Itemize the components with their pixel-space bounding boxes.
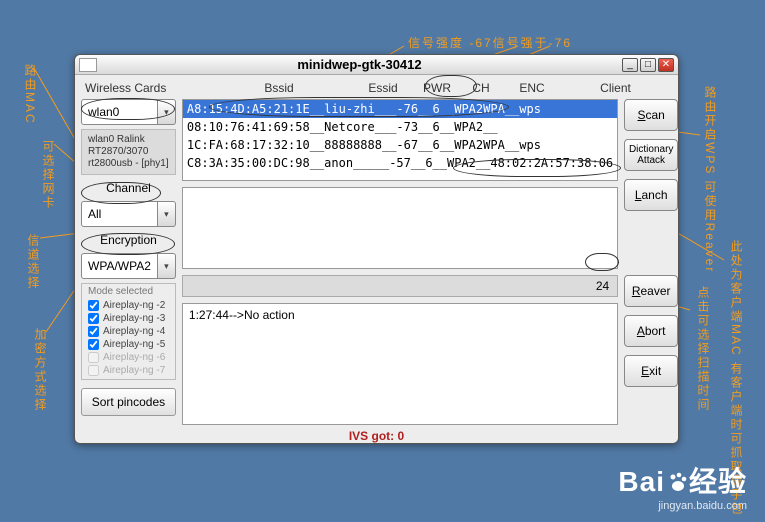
btn-text: anch bbox=[642, 188, 668, 202]
column-headers: Wireless Cards Bssid Essid PWR CH ENC Cl… bbox=[81, 81, 672, 99]
btn-text: eaver bbox=[640, 284, 670, 298]
btn-text: can bbox=[646, 108, 665, 122]
encryption-combo[interactable]: WPA/WPA2 bbox=[81, 253, 176, 279]
annotation-wps: 路由开启WPS 可使用Reaver bbox=[702, 86, 719, 273]
header-client: Client bbox=[563, 81, 668, 95]
status-bar: 24 bbox=[182, 275, 618, 297]
mode-label: Aireplay-ng -5 bbox=[103, 339, 165, 350]
mode-option: Aireplay-ng -6 bbox=[86, 351, 171, 364]
mode-option[interactable]: Aireplay-ng -3 bbox=[86, 312, 171, 325]
mode-label: Aireplay-ng -4 bbox=[103, 326, 165, 337]
titlebar[interactable]: minidwep-gtk-30412 _ □ ✕ bbox=[75, 55, 678, 75]
sort-pincodes-button[interactable]: Sort pincodes bbox=[81, 388, 176, 416]
encryption-field[interactable]: WPA/WPA2 bbox=[81, 253, 158, 279]
channel-label: Channel bbox=[81, 179, 176, 197]
mode-checkbox bbox=[88, 365, 99, 376]
minimize-button[interactable]: _ bbox=[622, 58, 638, 72]
log-line: 1:27:44-->No action bbox=[189, 308, 611, 322]
header-essid: Essid bbox=[353, 81, 413, 95]
footer-ivs: IVS got: 0 bbox=[81, 425, 672, 443]
scan-button[interactable]: Scan bbox=[624, 99, 678, 131]
mode-checkbox[interactable] bbox=[88, 326, 99, 337]
mode-label: Aireplay-ng -6 bbox=[103, 352, 165, 363]
reaver-button[interactable]: Reaver bbox=[624, 275, 678, 307]
iface-field[interactable]: wlan0 bbox=[81, 99, 158, 125]
network-row[interactable]: 08:10:76:41:69:58__Netcore___-73__6__WPA… bbox=[183, 118, 617, 136]
btn-text: bort bbox=[645, 324, 666, 338]
dictionary-attack-button[interactable]: Dictionary Attack bbox=[624, 139, 678, 171]
network-row[interactable]: 1C:FA:68:17:32:10__88888888__-67__6__WPA… bbox=[183, 136, 617, 154]
mode-title: Mode selected bbox=[86, 286, 171, 299]
mode-checkbox[interactable] bbox=[88, 300, 99, 311]
btn-text: xit bbox=[649, 364, 661, 378]
annotation-signal: 信号强度 -67信号强于-76 bbox=[408, 34, 572, 51]
mode-label: Aireplay-ng -3 bbox=[103, 313, 165, 324]
mode-box: Mode selected Aireplay-ng -2 Aireplay-ng … bbox=[81, 283, 176, 380]
chevron-down-icon[interactable] bbox=[158, 201, 176, 227]
iface-combo[interactable]: wlan0 bbox=[81, 99, 176, 125]
header-enc: ENC bbox=[501, 81, 563, 95]
window-icon bbox=[79, 58, 97, 72]
chevron-down-icon[interactable] bbox=[158, 99, 176, 125]
header-pwr: PWR bbox=[413, 81, 461, 95]
maximize-button[interactable]: □ bbox=[640, 58, 656, 72]
mode-checkbox[interactable] bbox=[88, 313, 99, 324]
launch-button[interactable]: Lanch bbox=[624, 179, 678, 211]
chevron-down-icon[interactable] bbox=[158, 253, 176, 279]
annotation-enc: 加密方式选择 bbox=[32, 328, 49, 412]
annotation-channel: 信道选择 bbox=[25, 234, 42, 290]
client-list[interactable] bbox=[182, 187, 618, 269]
mode-option[interactable]: Aireplay-ng -4 bbox=[86, 325, 171, 338]
mode-option[interactable]: Aireplay-ng -2 bbox=[86, 299, 171, 312]
window-title: minidwep-gtk-30412 bbox=[97, 57, 622, 72]
annotation-router-mac: 路由MAC bbox=[22, 64, 39, 125]
log-box: 1:27:44-->No action bbox=[182, 303, 618, 425]
exit-button[interactable]: Exit bbox=[624, 355, 678, 387]
mode-option: Aireplay-ng -7 bbox=[86, 364, 171, 377]
annotation-scan-time: 点击可选择扫描时间 bbox=[695, 286, 712, 412]
stat-count: 24 bbox=[596, 279, 609, 293]
network-row[interactable]: A8:15:4D:A5:21:1E__liu-zhi___-76__6__WPA… bbox=[183, 100, 617, 118]
close-button[interactable]: ✕ bbox=[658, 58, 674, 72]
abort-button[interactable]: Abort bbox=[624, 315, 678, 347]
mode-checkbox bbox=[88, 352, 99, 363]
adapter-info: wlan0 Ralink RT2870/3070 rt2800usb - [ph… bbox=[81, 129, 176, 175]
mode-checkbox[interactable] bbox=[88, 339, 99, 350]
annotation-nic: 可选择网卡 bbox=[40, 140, 57, 210]
encryption-label: Encryption bbox=[81, 231, 176, 249]
watermark: Bai经验 jingyan.baidu.com bbox=[618, 460, 747, 512]
header-wireless-cards: Wireless Cards bbox=[85, 81, 205, 95]
mode-label: Aireplay-ng -2 bbox=[103, 300, 165, 311]
network-list[interactable]: A8:15:4D:A5:21:1E__liu-zhi___-76__6__WPA… bbox=[182, 99, 618, 181]
network-row[interactable]: C8:3A:35:00:DC:98__anon_____-57__6__WPA2… bbox=[183, 154, 617, 172]
mode-option[interactable]: Aireplay-ng -5 bbox=[86, 338, 171, 351]
channel-field[interactable]: All bbox=[81, 201, 158, 227]
app-window: minidwep-gtk-30412 _ □ ✕ Wireless Cards … bbox=[74, 54, 679, 444]
channel-combo[interactable]: All bbox=[81, 201, 176, 227]
header-bssid: Bssid bbox=[205, 81, 353, 95]
header-ch: CH bbox=[461, 81, 501, 95]
mode-label: Aireplay-ng -7 bbox=[103, 365, 165, 376]
